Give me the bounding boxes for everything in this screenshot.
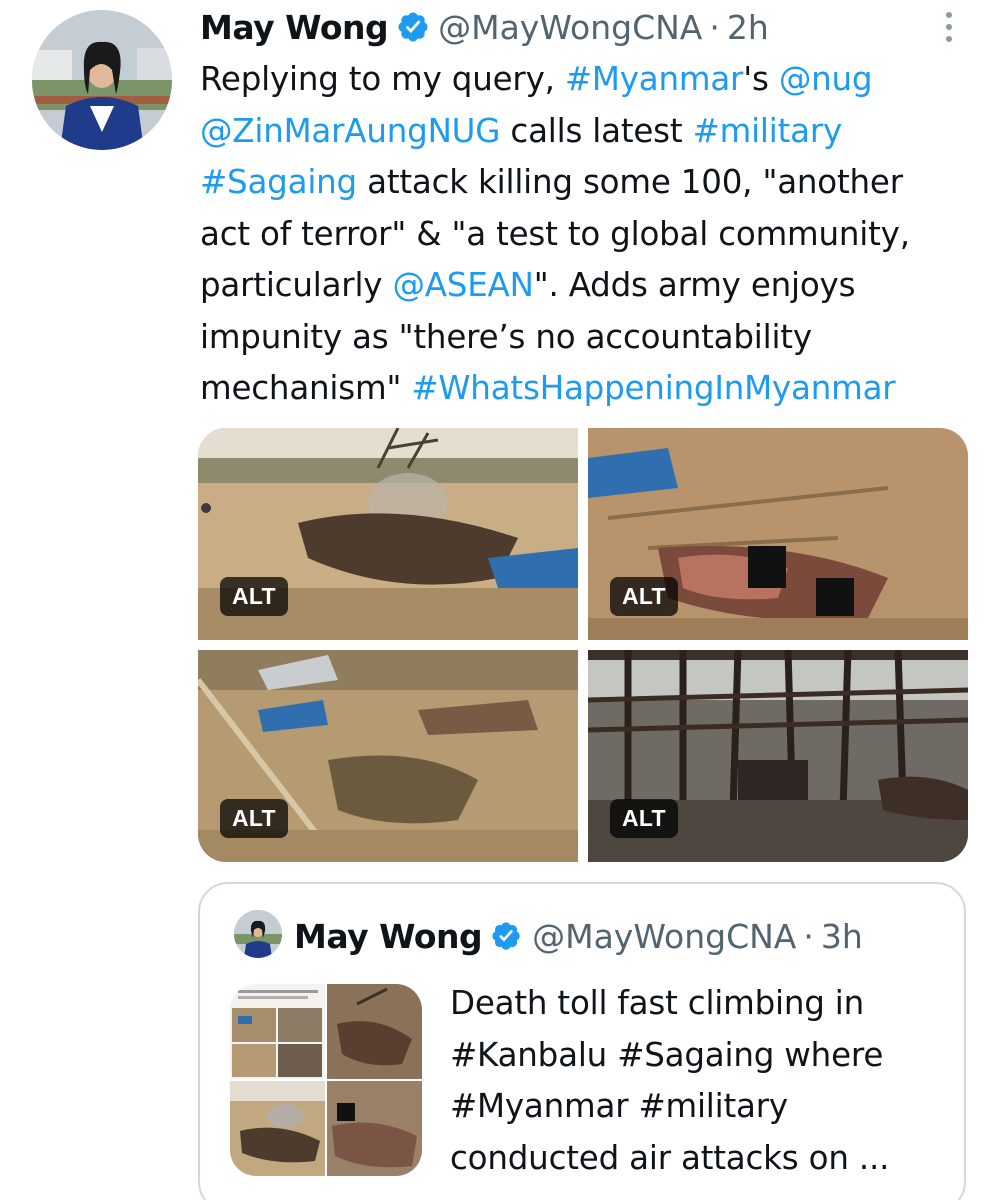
quoted-avatar[interactable]	[234, 910, 282, 958]
quoted-text-line: conducted air attacks on ...	[450, 1138, 890, 1177]
tweet-text-line: #Sagaing attack killing some 100, "anoth…	[200, 157, 980, 209]
mention-link[interactable]: @nug	[779, 60, 873, 98]
hashtag-link[interactable]: #Sagaing	[200, 163, 357, 201]
timestamp[interactable]: 2h	[727, 8, 769, 47]
quoted-tweet-header: May Wong @MayWongCNA · 3h	[294, 912, 863, 960]
separator-dot: ·	[709, 7, 720, 47]
mention-link[interactable]: @ZinMarAungNUG	[200, 112, 500, 150]
hashtag-link[interactable]: #Myanmar	[565, 60, 744, 98]
tweet-text-line: particularly @ASEAN". Adds army enjoys	[200, 260, 980, 312]
media-photo-4[interactable]: ALT	[588, 650, 968, 862]
tweet-text-segment: particularly	[200, 266, 393, 304]
media-photo-2[interactable]: ALT	[588, 428, 968, 640]
display-name[interactable]: May Wong	[200, 8, 389, 47]
quoted-timestamp: 3h	[820, 916, 863, 956]
tweet-text-line: @ZinMarAungNUG calls latest #military	[200, 106, 980, 158]
media-grid: ALT ALT ALT ALT	[198, 428, 968, 862]
alt-text-badge[interactable]: ALT	[610, 577, 678, 616]
media-photo-3[interactable]: ALT	[198, 650, 578, 862]
tweet: May Wong @MayWongCNA · 2h Replying to my…	[0, 0, 998, 1200]
tweet-text-line: Replying to my query, #Myanmar's @nug	[200, 54, 980, 106]
quoted-text-line: #Kanbalu #Sagaing where	[450, 1035, 884, 1074]
quoted-text-line: #Myanmar #military	[450, 1087, 788, 1125]
avatar[interactable]	[32, 10, 172, 150]
hashtag-link[interactable]: #WhatsHappeningInMyanmar	[411, 369, 895, 407]
separator-dot: ·	[803, 916, 814, 956]
handle[interactable]: @MayWongCNA	[438, 8, 702, 47]
verified-badge-icon	[396, 10, 430, 44]
tweet-text-line: mechanism" #WhatsHappeningInMyanmar	[200, 363, 980, 415]
tweet-text-segment: calls latest	[500, 111, 693, 150]
tweet-header: May Wong @MayWongCNA · 2h	[200, 4, 769, 50]
quoted-thumb-1	[230, 984, 325, 1079]
quoted-thumb-2	[327, 984, 422, 1079]
verified-badge-icon	[490, 920, 522, 952]
mention-link[interactable]: @ASEAN	[392, 266, 533, 304]
quoted-thumb-3	[230, 1081, 325, 1176]
alt-text-badge[interactable]: ALT	[220, 799, 288, 838]
quoted-tweet[interactable]: May Wong @MayWongCNA · 3h Death toll fas…	[198, 882, 966, 1200]
alt-text-badge[interactable]: ALT	[220, 577, 288, 616]
quoted-text-line: Death toll fast climbing in	[450, 984, 865, 1022]
tweet-text-segment: mechanism"	[200, 369, 412, 407]
hashtag-link[interactable]: #military	[693, 112, 843, 150]
tweet-text-segment: ". Adds army enjoys	[533, 266, 856, 304]
tweet-text-line: impunity as "there’s no accountability	[200, 312, 980, 364]
quoted-display-name[interactable]: May Wong	[294, 917, 483, 956]
tweet-text-segment: Replying to my query,	[200, 60, 565, 98]
tweet-text-segment: act of terror" & "a test to global commu…	[200, 214, 910, 253]
tweet-text-segment: impunity as "there’s no accountability	[200, 317, 812, 356]
alt-text-badge[interactable]: ALT	[610, 799, 678, 838]
quoted-media-thumbnail[interactable]	[230, 984, 422, 1176]
tweet-text-segment: 's	[743, 60, 779, 98]
quoted-thumb-4	[327, 1081, 422, 1176]
media-photo-1[interactable]: ALT	[198, 428, 578, 640]
more-vertical-icon[interactable]	[942, 12, 956, 42]
quoted-tweet-text: Death toll fast climbing in #Kanbalu #Sa…	[450, 978, 960, 1184]
tweet-text: Replying to my query, #Myanmar's @nug @Zi…	[200, 54, 980, 415]
tweet-text-segment: attack killing some 100, "another	[356, 163, 903, 201]
tweet-text-line: act of terror" & "a test to global commu…	[200, 209, 980, 261]
quoted-handle: @MayWongCNA	[532, 916, 797, 956]
